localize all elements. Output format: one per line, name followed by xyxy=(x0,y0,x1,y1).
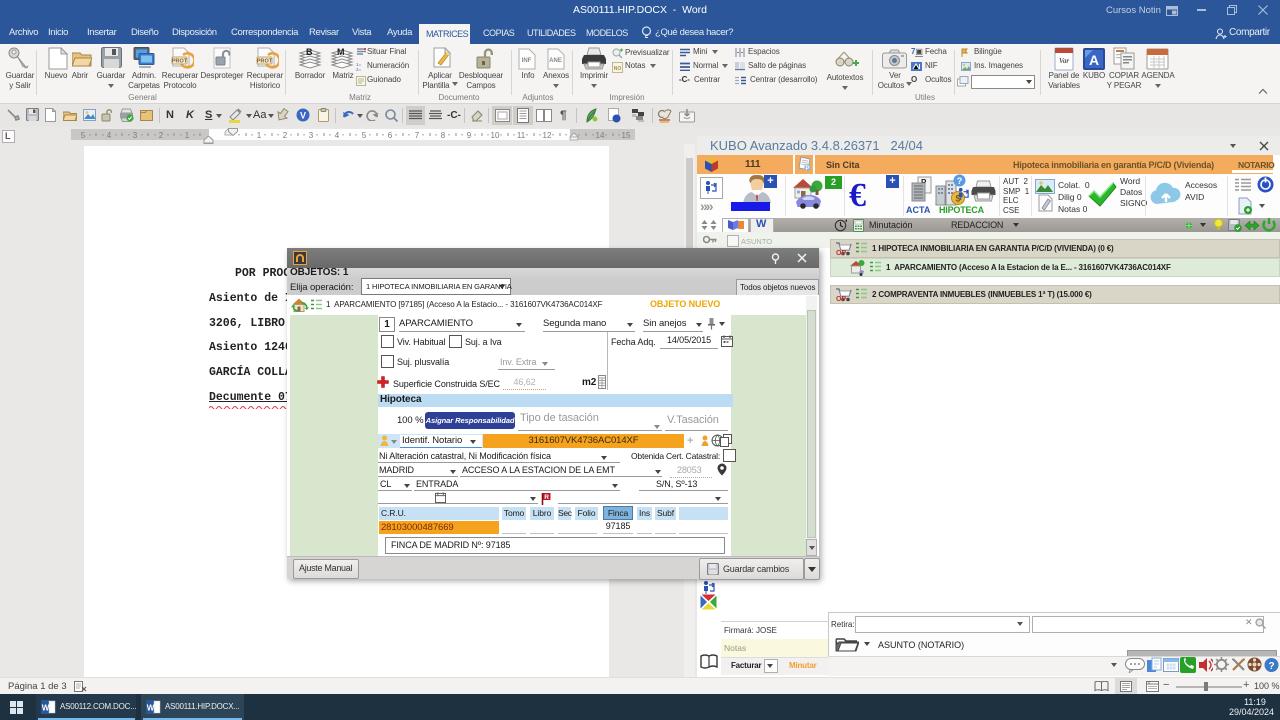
svg-text:10: 10 xyxy=(491,131,500,140)
svg-text:12: 12 xyxy=(543,131,552,140)
svg-text:P: P xyxy=(805,166,809,172)
svg-text:Var: Var xyxy=(1059,57,1069,65)
svg-text:M: M xyxy=(337,47,345,57)
svg-text:W: W xyxy=(147,704,155,713)
svg-text:3: 3 xyxy=(133,131,138,140)
svg-text:4: 4 xyxy=(335,131,340,140)
svg-text:V: V xyxy=(300,111,306,121)
svg-text:1: 1 xyxy=(257,131,262,140)
svg-text:3: 3 xyxy=(309,131,314,140)
svg-text:W: W xyxy=(42,704,50,713)
svg-text:14: 14 xyxy=(596,131,605,140)
svg-text:ANE: ANE xyxy=(549,58,562,64)
svg-text:NO: NO xyxy=(614,66,622,72)
svg-text:A: A xyxy=(1089,52,1099,68)
svg-text:11: 11 xyxy=(517,131,526,140)
svg-text:5: 5 xyxy=(81,131,86,140)
svg-text:8: 8 xyxy=(441,131,446,140)
svg-text:6: 6 xyxy=(388,131,393,140)
svg-text:PROT: PROT xyxy=(257,59,273,65)
svg-text:INF: INF xyxy=(522,58,532,64)
svg-text:4: 4 xyxy=(107,131,112,140)
svg-text:?: ? xyxy=(1268,661,1274,672)
svg-text:PROT: PROT xyxy=(172,59,188,65)
svg-text:2: 2 xyxy=(159,131,164,140)
svg-text:OP: OP xyxy=(836,250,846,256)
svg-text:15: 15 xyxy=(622,131,631,140)
svg-text:7: 7 xyxy=(415,131,420,140)
svg-text:2: 2 xyxy=(283,131,288,140)
svg-text:?: ? xyxy=(957,176,963,186)
svg-text:R: R xyxy=(544,494,549,501)
svg-text:OP: OP xyxy=(836,296,846,302)
svg-text:2=: 2= xyxy=(356,67,362,71)
svg-text:5: 5 xyxy=(362,131,367,140)
svg-text:B: B xyxy=(306,47,313,57)
svg-text:9: 9 xyxy=(467,131,472,140)
svg-text:1: 1 xyxy=(185,131,190,140)
